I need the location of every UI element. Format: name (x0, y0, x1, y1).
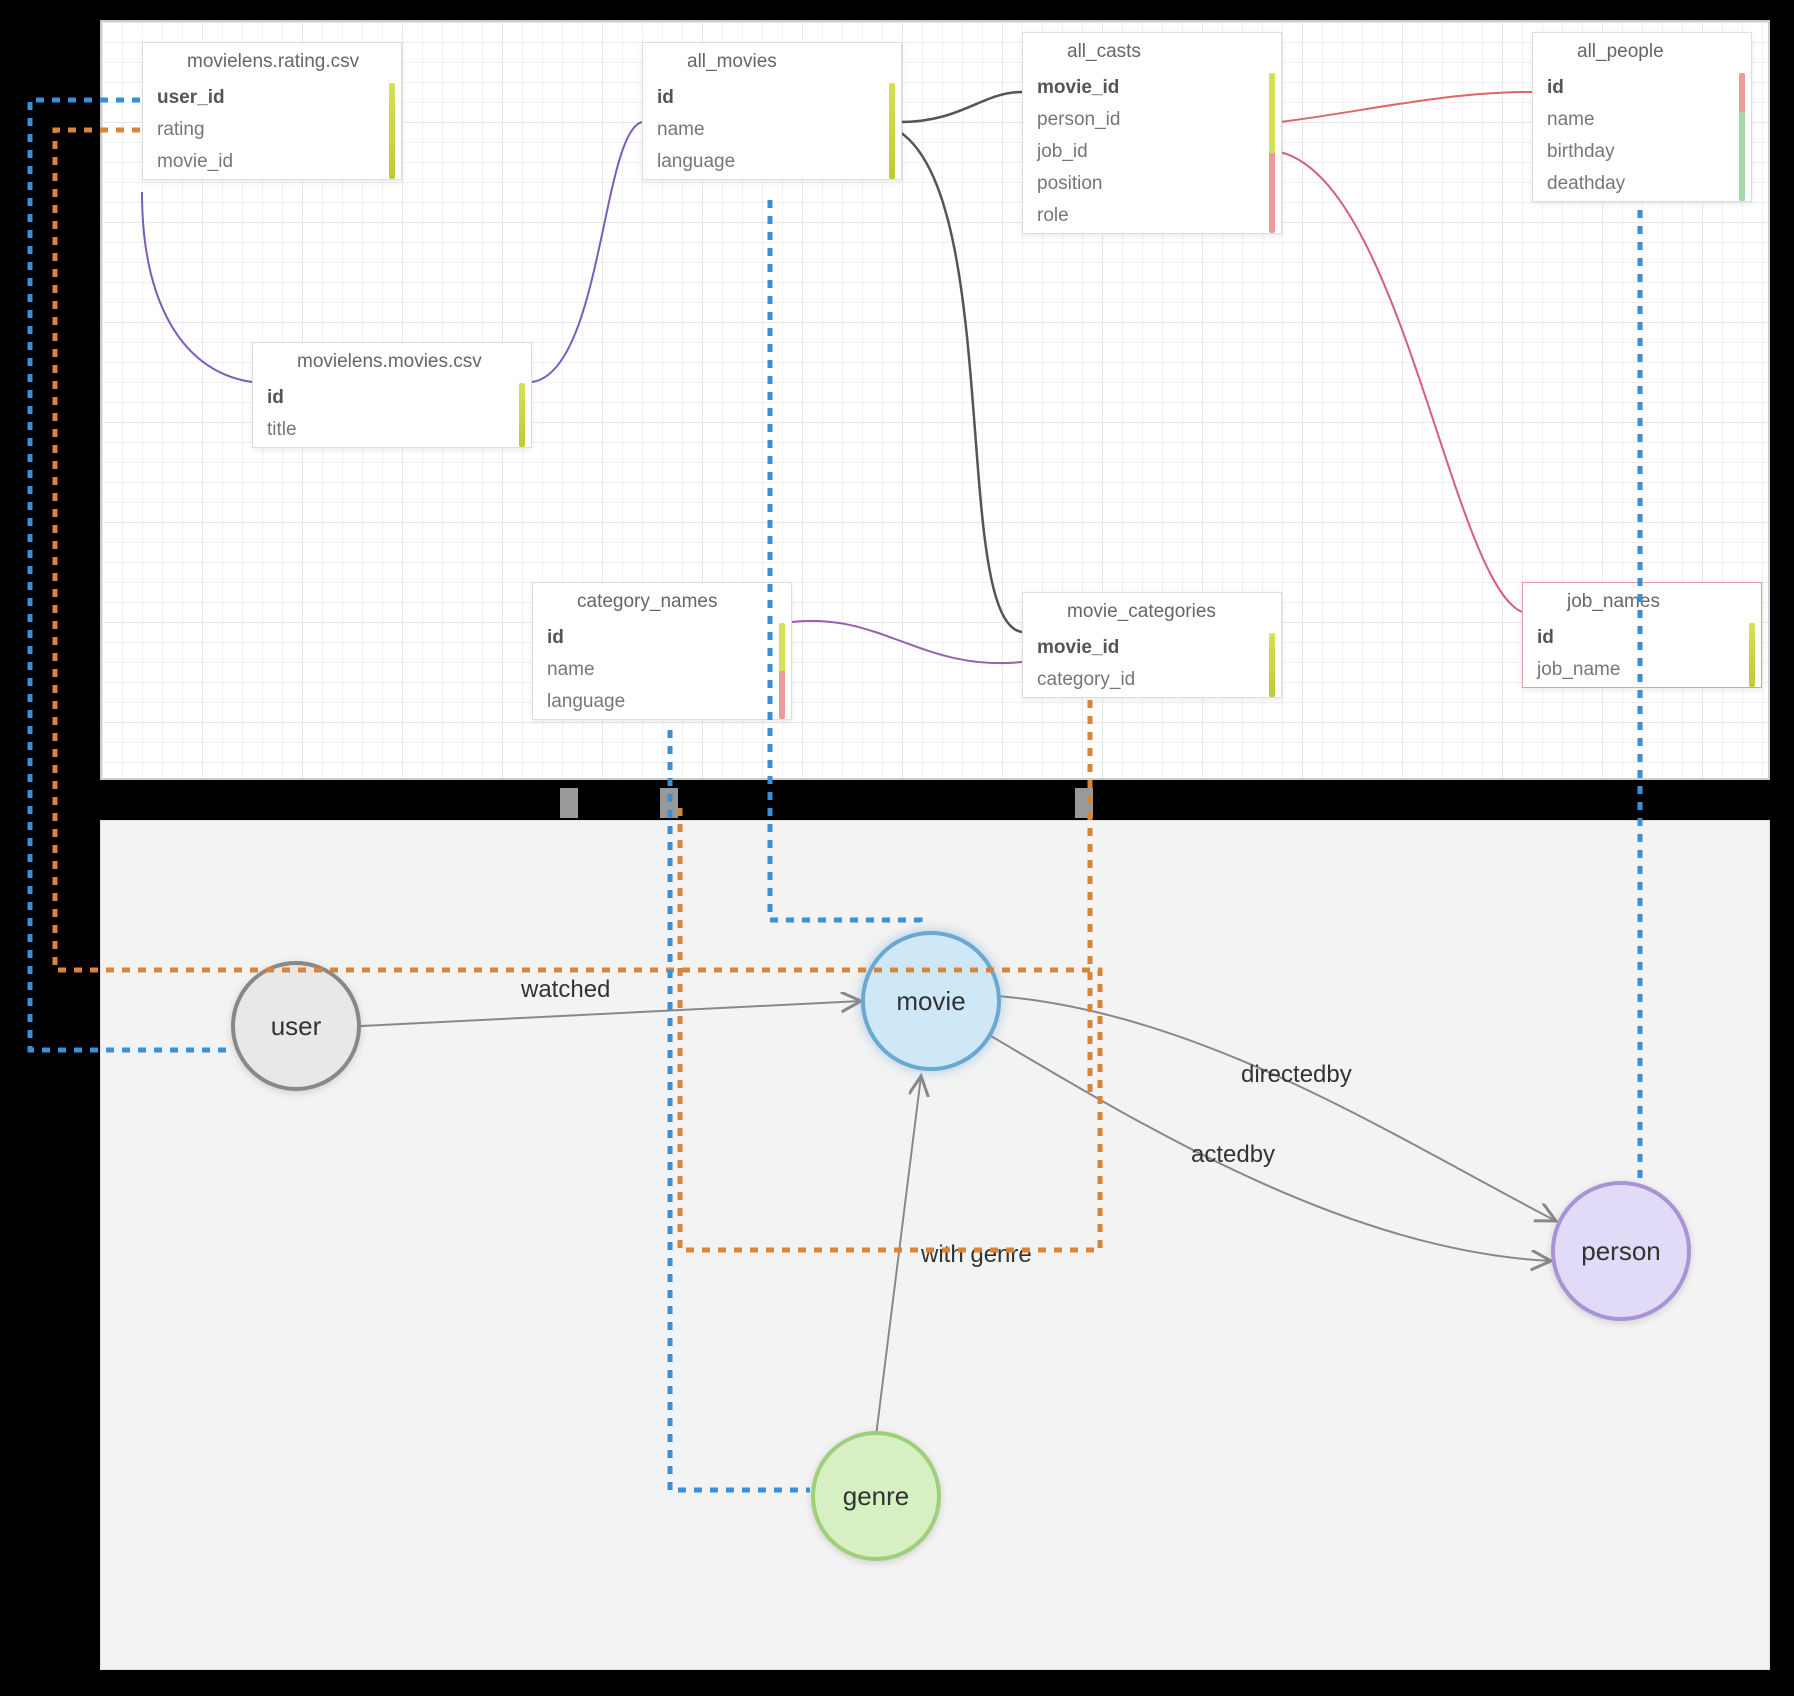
field-id: id (533, 623, 791, 655)
field-role: role (1023, 201, 1281, 233)
node-label: user (271, 1011, 322, 1042)
table-all-movies[interactable]: all_movies id name language (642, 42, 902, 180)
field-movie-id: movie_id (143, 147, 401, 179)
table-movies-csv[interactable]: movielens.movies.csv id title (252, 342, 532, 448)
node-label: genre (843, 1481, 910, 1512)
table-title: category_names (533, 583, 791, 623)
field-name: name (643, 115, 901, 147)
table-all-casts[interactable]: all_casts movie_id person_id job_id posi… (1022, 32, 1282, 234)
table-title: all_movies (643, 43, 901, 83)
table-title: job_names (1523, 583, 1761, 623)
field-movie-id: movie_id (1023, 633, 1281, 665)
table-all-people[interactable]: all_people id name birthday deathday (1532, 32, 1752, 202)
field-category-id: category_id (1023, 665, 1281, 697)
node-movie[interactable]: movie (861, 931, 1001, 1071)
field-deathday: deathday (1533, 169, 1751, 201)
table-title: movielens.movies.csv (253, 343, 531, 383)
node-user[interactable]: user (231, 961, 361, 1091)
field-rating: rating (143, 115, 401, 147)
field-birthday: birthday (1533, 137, 1751, 169)
table-title: all_casts (1023, 33, 1281, 73)
table-job-names[interactable]: job_names id job_name (1522, 582, 1762, 688)
table-title: all_people (1533, 33, 1751, 73)
node-genre[interactable]: genre (811, 1431, 941, 1561)
node-person[interactable]: person (1551, 1181, 1691, 1321)
field-position: position (1023, 169, 1281, 201)
field-user-id: user_id (143, 83, 401, 115)
field-id: id (253, 383, 531, 415)
schema-grid-panel[interactable]: movielens.rating.csv user_id rating movi… (100, 20, 1770, 780)
field-job-id: job_id (1023, 137, 1281, 169)
table-category-names[interactable]: category_names id name language (532, 582, 792, 720)
edge-label-watched: watched (521, 976, 610, 1004)
table-title: movielens.rating.csv (143, 43, 401, 83)
edge-label-actedby: actedby (1191, 1141, 1275, 1169)
field-id: id (643, 83, 901, 115)
field-language: language (533, 687, 791, 719)
edge-label-directedby: directedby (1241, 1061, 1352, 1089)
field-id: id (1533, 73, 1751, 105)
field-movie-id: movie_id (1023, 73, 1281, 105)
node-label: person (1581, 1236, 1661, 1267)
field-job-name: job_name (1523, 655, 1761, 687)
edge-label-with-genre: with genre (921, 1241, 1032, 1269)
field-name: name (1533, 105, 1751, 137)
field-title: title (253, 415, 531, 447)
field-language: language (643, 147, 901, 179)
field-person-id: person_id (1023, 105, 1281, 137)
field-id: id (1523, 623, 1761, 655)
node-label: movie (896, 986, 965, 1017)
table-movie-categories[interactable]: movie_categories movie_id category_id (1022, 592, 1282, 698)
table-title: movie_categories (1023, 593, 1281, 633)
field-name: name (533, 655, 791, 687)
table-rating-csv[interactable]: movielens.rating.csv user_id rating movi… (142, 42, 402, 180)
graph-panel[interactable]: user movie genre person watched directed… (100, 820, 1770, 1670)
